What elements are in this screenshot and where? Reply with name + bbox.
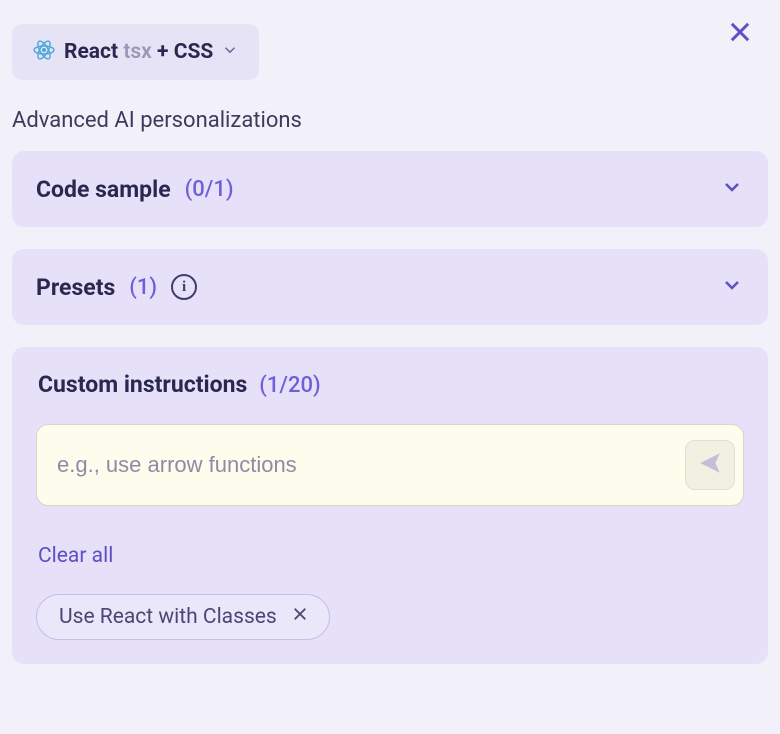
close-button[interactable]: [724, 18, 756, 50]
react-icon: [32, 38, 56, 66]
chevron-down-icon: [221, 41, 239, 63]
framework-plus: +: [157, 40, 168, 64]
info-icon[interactable]: i: [171, 274, 197, 300]
instruction-tag: Use React with Classes: [36, 594, 330, 640]
close-icon: [726, 18, 754, 50]
framework-selector[interactable]: React tsx + CSS: [12, 24, 259, 80]
panel-title: Custom instructions: [38, 371, 247, 398]
panel-presets: Presets (1) i: [12, 249, 768, 325]
framework-ext: tsx: [123, 40, 151, 64]
instruction-input-wrap: [36, 424, 744, 506]
framework-name: React: [64, 40, 118, 64]
panel-title: Presets: [36, 274, 115, 301]
panel-custom-instructions: Custom instructions (1/20) Clear all Use…: [12, 347, 768, 664]
submit-button[interactable]: [685, 440, 735, 490]
panel-title: Code sample: [36, 176, 171, 203]
tag-remove-button[interactable]: [291, 605, 309, 629]
chevron-down-icon: [720, 273, 744, 301]
panel-count: (1): [129, 275, 157, 300]
panel-header-code-sample[interactable]: Code sample (0/1): [36, 175, 744, 203]
clear-all-link[interactable]: Clear all: [38, 544, 113, 568]
section-title: Advanced AI personalizations: [12, 108, 768, 133]
tags-row: Use React with Classes: [36, 594, 744, 640]
close-icon: [291, 605, 309, 629]
chevron-down-icon: [720, 175, 744, 203]
panel-count: (0/1): [185, 177, 234, 202]
panel-code-sample: Code sample (0/1): [12, 151, 768, 227]
panel-header-presets[interactable]: Presets (1) i: [36, 273, 744, 301]
framework-extra: CSS: [174, 40, 214, 64]
framework-label: React tsx + CSS: [64, 40, 213, 64]
send-icon: [697, 450, 723, 480]
panel-count: (1/20): [259, 373, 320, 398]
instruction-input[interactable]: [57, 452, 685, 478]
panel-header-custom: Custom instructions (1/20): [36, 371, 744, 398]
tag-label: Use React with Classes: [59, 605, 277, 629]
